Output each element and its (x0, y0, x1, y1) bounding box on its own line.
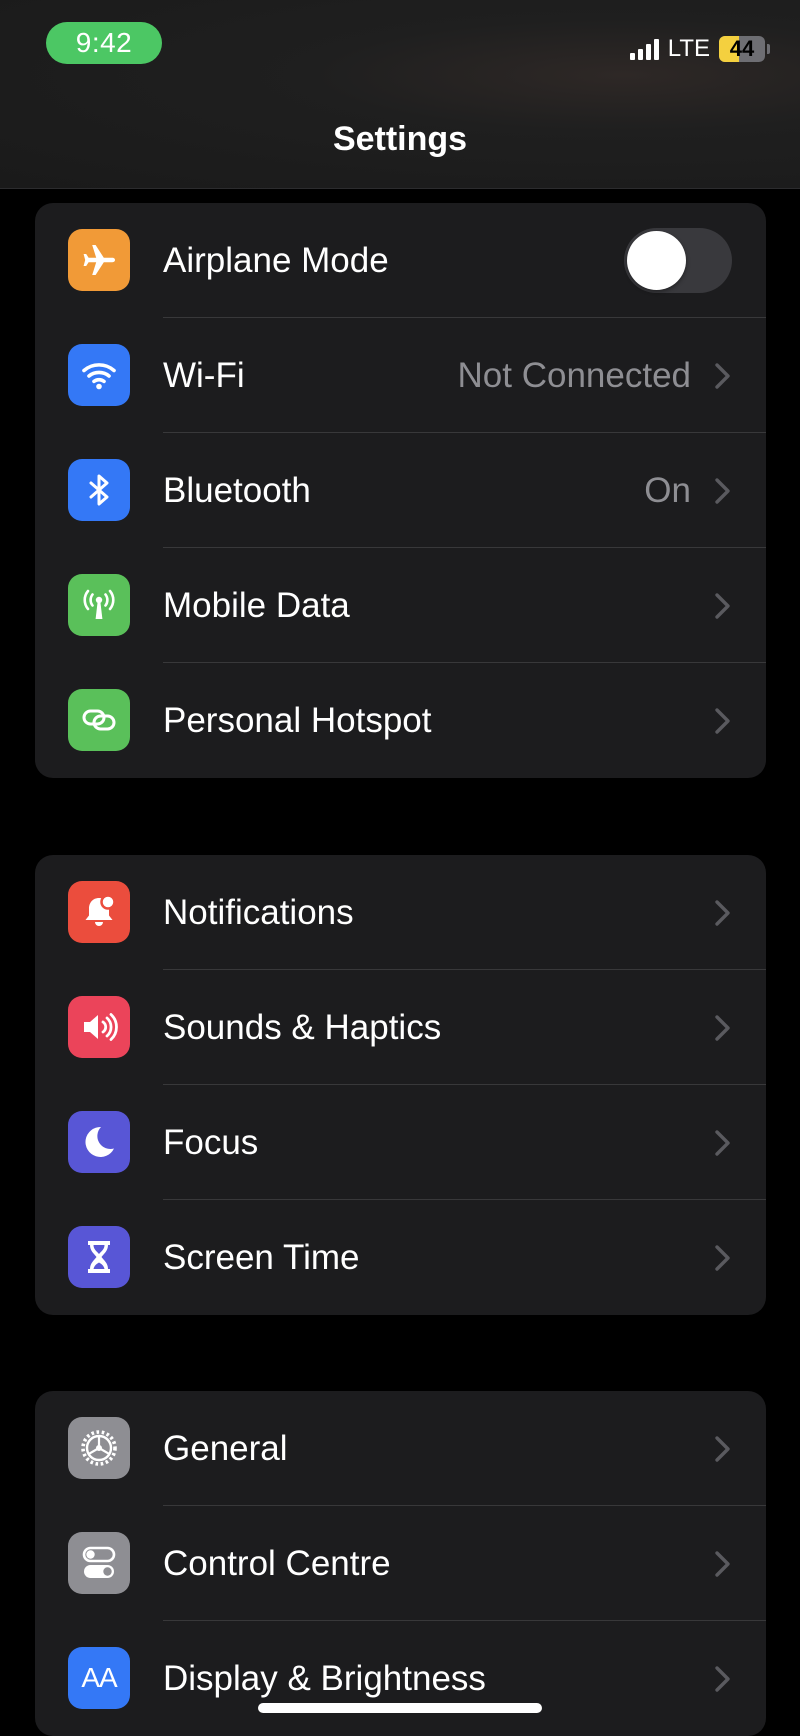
chevron-right-icon (714, 1244, 732, 1272)
battery-level: 44 (729, 36, 755, 61)
settings-row-label: Screen Time (163, 1237, 360, 1277)
settings-row-value: Not Connected (457, 355, 691, 395)
settings-row-display-and-brightness[interactable]: AA Display & Brightness (35, 1621, 766, 1736)
settings-row-control-centre[interactable]: Control Centre (35, 1506, 766, 1621)
battery-cap (767, 44, 770, 54)
settings-row-notifications[interactable]: Notifications (35, 855, 766, 970)
settings-group: General Control Centre AA Display & Brightn… (35, 1391, 766, 1736)
chevron-right-icon (714, 1550, 732, 1578)
settings-group: Airplane Mode Wi-Fi Not Connected Bluetooth… (35, 203, 766, 778)
settings-row-label: Focus (163, 1122, 259, 1162)
cellular-signal-icon (629, 38, 659, 60)
gear-icon (68, 1417, 130, 1479)
chevron-right-icon (714, 477, 732, 505)
settings-group: Notifications Sounds & Haptics Focus Screen… (35, 855, 766, 1315)
settings-row-label: Control Centre (163, 1543, 391, 1583)
settings-row-label: Display & Brightness (163, 1658, 486, 1698)
network-type: LTE (667, 35, 710, 62)
settings-row-general[interactable]: General (35, 1391, 766, 1506)
settings-row-label: General (163, 1428, 288, 1468)
airplane-icon (68, 229, 130, 291)
settings-row-bluetooth[interactable]: Bluetooth On (35, 433, 766, 548)
switches-icon (68, 1532, 130, 1594)
chevron-right-icon (714, 362, 732, 390)
chevron-right-icon (714, 1129, 732, 1157)
settings-row-airplane-mode[interactable]: Airplane Mode (35, 203, 766, 318)
chevron-right-icon (714, 1665, 732, 1693)
status-time: 9:42 (46, 22, 162, 64)
icon-text: AA (81, 1662, 117, 1693)
speaker-icon (68, 996, 130, 1058)
navigation-bar: 9:42 LTE 44 Settings (0, 0, 800, 189)
moon-icon (68, 1111, 130, 1173)
notification-bell-icon (68, 881, 130, 943)
settings-row-value: On (644, 470, 691, 510)
settings-row-personal-hotspot[interactable]: Personal Hotspot (35, 663, 766, 778)
chevron-right-icon (714, 707, 732, 735)
text-size-icon: AA (68, 1647, 130, 1709)
airplane-mode-toggle[interactable] (624, 228, 732, 293)
settings-row-label: Wi-Fi (163, 355, 245, 395)
hotspot-link-icon (68, 689, 130, 751)
page-title: Settings (332, 120, 468, 158)
hourglass-icon (68, 1226, 130, 1288)
settings-row-label: Mobile Data (163, 585, 350, 625)
wifi-icon (68, 344, 130, 406)
chevron-right-icon (714, 1014, 732, 1042)
settings-row-label: Airplane Mode (163, 240, 389, 280)
settings-row-wi-fi[interactable]: Wi-Fi Not Connected (35, 318, 766, 433)
settings-row-label: Sounds & Haptics (163, 1007, 442, 1047)
settings-row-sounds-and-haptics[interactable]: Sounds & Haptics (35, 970, 766, 1085)
bluetooth-icon (68, 459, 130, 521)
antenna-icon (68, 574, 130, 636)
battery-icon: 44 (719, 36, 765, 62)
settings-row-screen-time[interactable]: Screen Time (35, 1200, 766, 1315)
settings-row-label: Bluetooth (163, 470, 311, 510)
chevron-right-icon (714, 592, 732, 620)
home-indicator[interactable] (258, 1703, 542, 1713)
toggle-knob (627, 231, 686, 290)
chevron-right-icon (714, 1435, 732, 1463)
status-indicators: LTE 44 (629, 34, 770, 64)
chevron-right-icon (714, 899, 732, 927)
settings-row-label: Personal Hotspot (163, 700, 432, 740)
settings-row-label: Notifications (163, 892, 354, 932)
settings-row-focus[interactable]: Focus (35, 1085, 766, 1200)
settings-row-mobile-data[interactable]: Mobile Data (35, 548, 766, 663)
